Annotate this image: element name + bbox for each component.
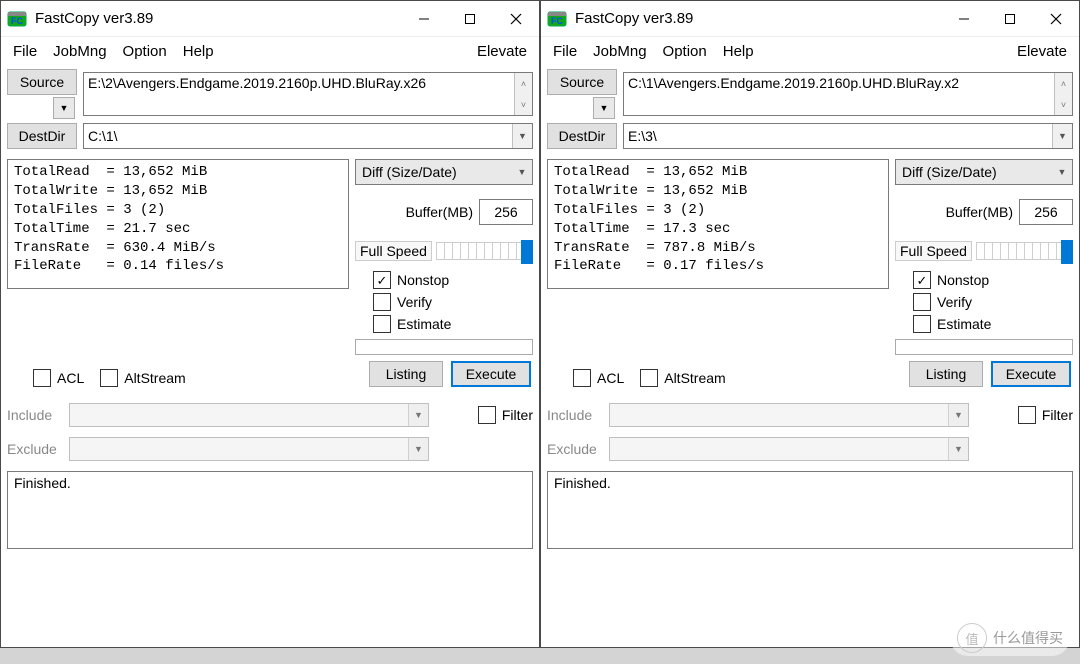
chevron-down-icon: ▼ <box>512 167 532 177</box>
estimate-checkbox[interactable]: Estimate <box>373 315 533 333</box>
watermark-icon: 值 <box>957 623 987 653</box>
source-path-text: E:\2\Avengers.Endgame.2019.2160p.UHD.Blu… <box>84 73 514 93</box>
menu-help[interactable]: Help <box>175 41 222 62</box>
progress-bar <box>355 339 533 355</box>
maximize-button[interactable] <box>447 3 493 35</box>
scroll-up-icon[interactable]: ˄ <box>515 73 532 94</box>
menu-file[interactable]: File <box>5 41 45 62</box>
slider-thumb[interactable] <box>1061 240 1073 264</box>
speed-slider[interactable] <box>976 242 1073 260</box>
estimate-checkbox[interactable]: Estimate <box>913 315 1073 333</box>
close-button[interactable] <box>493 3 539 35</box>
source-history-dropdown[interactable]: ▼ <box>53 97 75 119</box>
menu-file[interactable]: File <box>545 41 585 62</box>
execute-button[interactable]: Execute <box>991 361 1071 387</box>
source-button[interactable]: Source <box>547 69 617 95</box>
scroll-down-icon[interactable]: ˅ <box>1055 94 1072 115</box>
include-label: Include <box>547 407 603 423</box>
log-output: Finished. <box>547 471 1073 549</box>
scroll-down-icon[interactable]: ˅ <box>515 94 532 115</box>
nonstop-checkbox[interactable]: ✓Nonstop <box>373 271 533 289</box>
maximize-button[interactable] <box>987 3 1033 35</box>
watermark-text: 什么值得买 <box>993 628 1063 648</box>
source-history-dropdown[interactable]: ▼ <box>593 97 615 119</box>
exclude-combo[interactable]: ▼ <box>69 437 429 461</box>
speed-slider[interactable] <box>436 242 533 260</box>
verify-checkbox[interactable]: Verify <box>913 293 1073 311</box>
titlebar[interactable]: FC FastCopy ver3.89 <box>541 1 1079 37</box>
menubar: File JobMng Option Help Elevate <box>541 37 1079 65</box>
source-button[interactable]: Source <box>7 69 77 95</box>
copy-mode-value: Diff (Size/Date) <box>362 164 457 180</box>
menu-elevate[interactable]: Elevate <box>469 41 535 62</box>
menu-help[interactable]: Help <box>715 41 762 62</box>
scroll-up-icon[interactable]: ˄ <box>1055 73 1072 94</box>
window-title: FastCopy ver3.89 <box>575 10 941 27</box>
listing-button[interactable]: Listing <box>909 361 983 387</box>
filter-checkbox[interactable]: Filter <box>478 406 533 424</box>
copy-mode-combo[interactable]: Diff (Size/Date) ▼ <box>355 159 533 185</box>
speed-label: Full Speed <box>895 241 972 261</box>
buffer-label: Buffer(MB) <box>895 204 1013 220</box>
chevron-down-icon: ▼ <box>948 438 968 460</box>
stats-readout: TotalRead = 13,652 MiB TotalWrite = 13,6… <box>547 159 889 289</box>
watermark-badge: 值 什么值得买 <box>950 620 1070 656</box>
chevron-down-icon: ▼ <box>408 438 428 460</box>
menu-option[interactable]: Option <box>115 41 175 62</box>
destdir-button[interactable]: DestDir <box>7 123 77 149</box>
close-button[interactable] <box>1033 3 1079 35</box>
listing-button[interactable]: Listing <box>369 361 443 387</box>
copy-mode-combo[interactable]: Diff (Size/Date) ▼ <box>895 159 1073 185</box>
destdir-combo[interactable]: C:\1\ ▼ <box>83 123 533 149</box>
exclude-label: Exclude <box>547 441 603 457</box>
window-title: FastCopy ver3.89 <box>35 10 401 27</box>
stats-readout: TotalRead = 13,652 MiB TotalWrite = 13,6… <box>7 159 349 289</box>
menu-elevate[interactable]: Elevate <box>1009 41 1075 62</box>
svg-text:FC: FC <box>11 16 23 26</box>
chevron-down-icon: ▼ <box>408 404 428 426</box>
chevron-down-icon[interactable]: ▼ <box>1052 124 1072 148</box>
destdir-button[interactable]: DestDir <box>547 123 617 149</box>
progress-bar <box>895 339 1073 355</box>
source-path-input[interactable]: E:\2\Avengers.Endgame.2019.2160p.UHD.Blu… <box>83 72 533 116</box>
include-combo[interactable]: ▼ <box>609 403 969 427</box>
buffer-label: Buffer(MB) <box>355 204 473 220</box>
minimize-button[interactable] <box>401 3 447 35</box>
menu-option[interactable]: Option <box>655 41 715 62</box>
minimize-button[interactable] <box>941 3 987 35</box>
log-output: Finished. <box>7 471 533 549</box>
exclude-combo[interactable]: ▼ <box>609 437 969 461</box>
include-label: Include <box>7 407 63 423</box>
filter-checkbox[interactable]: Filter <box>1018 406 1073 424</box>
menu-jobmng[interactable]: JobMng <box>585 41 654 62</box>
exclude-label: Exclude <box>7 441 63 457</box>
speed-label: Full Speed <box>355 241 432 261</box>
execute-button[interactable]: Execute <box>451 361 531 387</box>
svg-text:FC: FC <box>551 16 563 26</box>
chevron-down-icon[interactable]: ▼ <box>512 124 532 148</box>
destdir-combo[interactable]: E:\3\ ▼ <box>623 123 1073 149</box>
buffer-input[interactable]: 256 <box>1019 199 1073 225</box>
menubar: File JobMng Option Help Elevate <box>1 37 539 65</box>
chevron-down-icon: ▼ <box>948 404 968 426</box>
nonstop-checkbox[interactable]: ✓Nonstop <box>913 271 1073 289</box>
chevron-down-icon: ▼ <box>1052 167 1072 177</box>
app-icon: FC <box>7 9 27 29</box>
verify-checkbox[interactable]: Verify <box>373 293 533 311</box>
destdir-text: C:\1\ <box>84 128 512 144</box>
buffer-input[interactable]: 256 <box>479 199 533 225</box>
destdir-text: E:\3\ <box>624 128 1052 144</box>
menu-jobmng[interactable]: JobMng <box>45 41 114 62</box>
fastcopy-window-0: FC FastCopy ver3.89 File JobMng Option H… <box>0 0 540 648</box>
source-path-text: C:\1\Avengers.Endgame.2019.2160p.UHD.Blu… <box>624 73 1054 93</box>
titlebar[interactable]: FC FastCopy ver3.89 <box>1 1 539 37</box>
include-combo[interactable]: ▼ <box>69 403 429 427</box>
copy-mode-value: Diff (Size/Date) <box>902 164 997 180</box>
slider-thumb[interactable] <box>521 240 533 264</box>
fastcopy-window-1: FC FastCopy ver3.89 File JobMng Option H… <box>540 0 1080 648</box>
app-icon: FC <box>547 9 567 29</box>
source-path-input[interactable]: C:\1\Avengers.Endgame.2019.2160p.UHD.Blu… <box>623 72 1073 116</box>
